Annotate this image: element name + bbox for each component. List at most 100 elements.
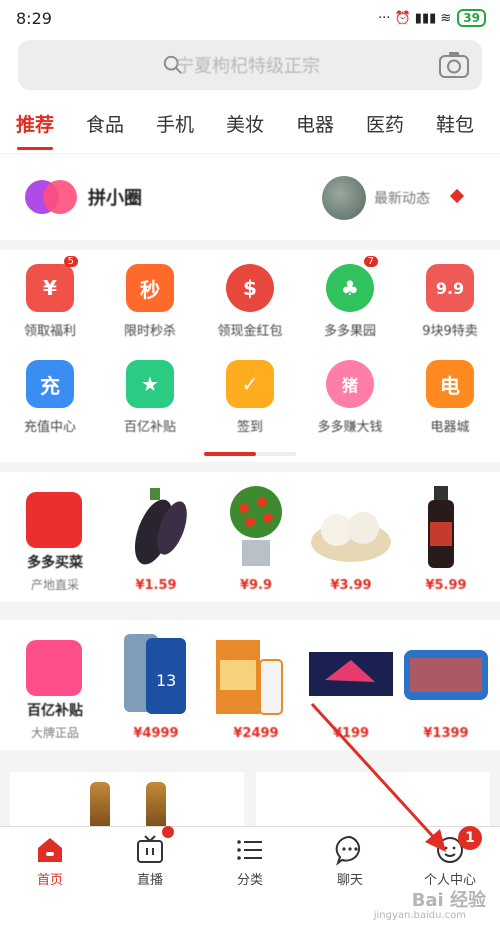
list-icon bbox=[237, 840, 262, 860]
profile-notification-badge: 1 bbox=[458, 826, 482, 850]
product-garlic-image[interactable] bbox=[305, 482, 397, 570]
deal-row-subsidy[interactable]: 百亿补贴 大牌正品 13 ¥4999 ¥2499 ¥199 ¥1399 bbox=[0, 620, 500, 750]
product-price: ¥4999 bbox=[133, 726, 179, 741]
nav-label: 首页 bbox=[36, 873, 63, 888]
shortcut-label: 电器城 bbox=[430, 420, 470, 435]
shortcut-label: 多多果园 bbox=[323, 324, 376, 339]
nav-label: 聊天 bbox=[336, 873, 363, 888]
shortcut-grid: ¥ 5 领取福利 秒 限时秒杀 $ 领现金红包 ♣ 7 多多果园 9.9 9块9… bbox=[0, 250, 500, 462]
product-phone-image[interactable]: 13 bbox=[110, 630, 202, 718]
product-price: ¥9.9 bbox=[239, 578, 273, 593]
product-bag-image[interactable] bbox=[400, 630, 492, 718]
orchard-tree-icon: ♣ bbox=[326, 264, 374, 312]
product-price: ¥5.99 bbox=[425, 578, 467, 593]
product-bottle-image bbox=[146, 782, 166, 828]
shortcut-item[interactable]: ♣ 7 多多果园 bbox=[300, 250, 400, 350]
nav-live[interactable]: 直播 bbox=[100, 827, 200, 891]
tab-phones[interactable]: 手机 bbox=[140, 96, 210, 154]
search-placeholder: 宁夏枸杞特级正宗 bbox=[176, 56, 320, 77]
live-notification-dot bbox=[162, 826, 174, 838]
tv-icon bbox=[137, 835, 163, 863]
shortcut-item[interactable]: ¥ 5 领取福利 bbox=[0, 250, 100, 350]
subsidy-star-icon: ★ bbox=[126, 360, 174, 408]
pinxiaoquan-label: 拼小圈 bbox=[88, 188, 142, 209]
nav-label: 分类 bbox=[236, 873, 263, 888]
strawberry-logo-icon bbox=[26, 492, 82, 548]
shortcut-item[interactable]: 9.9 9块9特卖 bbox=[400, 250, 500, 350]
subsidy-logo-icon bbox=[26, 640, 82, 696]
recharge-icon: 充 bbox=[26, 360, 74, 408]
feed-card[interactable] bbox=[256, 772, 490, 828]
tab-appliances[interactable]: 电器 bbox=[280, 96, 350, 154]
deal-title: 多多买菜 bbox=[27, 555, 83, 571]
product-price: ¥199 bbox=[332, 726, 370, 741]
product-liquor-image[interactable] bbox=[210, 630, 302, 718]
pinxiaoquan-row[interactable]: 拼小圈 最新动态 bbox=[0, 154, 500, 240]
shortcut-item[interactable]: $ 领现金红包 bbox=[200, 250, 300, 350]
flash-sale-icon: 秒 bbox=[126, 264, 174, 312]
camera-icon[interactable] bbox=[438, 50, 470, 80]
deal-title: 百亿补贴 bbox=[27, 703, 83, 719]
scroll-indicator bbox=[204, 452, 296, 456]
bottom-nav: 首页 直播 分类 聊天 个人中心 bbox=[0, 826, 500, 890]
nav-category[interactable]: 分类 bbox=[200, 827, 300, 891]
shortcut-item[interactable]: 秒 限时秒杀 bbox=[100, 250, 200, 350]
chat-icon bbox=[335, 835, 361, 866]
shortcut-badge: 5 bbox=[63, 256, 78, 267]
status-icons: ··· ⏰ ▮▮▮ ≋ 39 bbox=[378, 9, 486, 27]
status-bar: 8:29 ··· ⏰ ▮▮▮ ≋ 39 bbox=[0, 0, 500, 36]
product-tomato-plant-image[interactable] bbox=[210, 482, 302, 570]
tab-beauty[interactable]: 美妆 bbox=[210, 96, 280, 154]
sale-99-icon: 9.9 bbox=[426, 264, 474, 312]
search-area: 宁夏枸杞特级正宗 bbox=[0, 36, 500, 96]
shortcut-label: 多多赚大钱 bbox=[317, 420, 383, 435]
product-eggplant-image[interactable] bbox=[110, 482, 202, 570]
nav-chat[interactable]: 聊天 bbox=[300, 827, 400, 891]
product-price: ¥2499 bbox=[233, 726, 279, 741]
nav-profile[interactable]: 个人中心 bbox=[400, 827, 500, 891]
piggy-bank-icon: 猪 bbox=[326, 360, 374, 408]
category-tabs: 推荐 食品 手机 美妆 电器 医药 鞋包 bbox=[0, 96, 500, 154]
shortcut-item[interactable]: 电 电器城 bbox=[400, 346, 500, 446]
shopping-bag-icon: 电 bbox=[426, 360, 474, 408]
feed-card[interactable] bbox=[10, 772, 244, 828]
product-soy-sauce-image[interactable] bbox=[400, 482, 492, 570]
deal-subtitle: 大牌正品 bbox=[30, 726, 79, 740]
product-price: ¥1399 bbox=[423, 726, 469, 741]
tab-medicine[interactable]: 医药 bbox=[350, 96, 420, 154]
product-feed bbox=[0, 766, 500, 828]
signal-wifi-icons: ··· ⏰ ▮▮▮ ≋ bbox=[377, 10, 452, 26]
shortcut-label: 充值中心 bbox=[23, 420, 76, 435]
gift-icon: ¥ bbox=[26, 264, 74, 312]
deal-row-grocery[interactable]: 多多买菜 产地直采 ¥1.59 ¥9.9 ¥3.99 ¥5.99 bbox=[0, 472, 500, 602]
avatar[interactable] bbox=[322, 176, 366, 220]
home-icon bbox=[38, 838, 62, 862]
red-diamond-icon bbox=[449, 188, 465, 204]
shortcut-label: 百亿补贴 bbox=[123, 420, 176, 435]
shortcut-item[interactable]: ✓ 签到 bbox=[200, 346, 300, 446]
battery-icon: 39 bbox=[457, 9, 486, 27]
baidu-watermark: Bai 经验 bbox=[411, 890, 486, 911]
checkin-calendar-icon: ✓ bbox=[226, 360, 274, 408]
tab-recommend[interactable]: 推荐 bbox=[0, 96, 70, 154]
product-bottle-image bbox=[90, 782, 110, 828]
baidu-watermark-url: jingyan.baidu.com bbox=[373, 910, 466, 921]
nav-home[interactable]: 首页 bbox=[0, 827, 100, 891]
pinxiaoquan-logo-icon bbox=[25, 180, 77, 214]
shortcut-item[interactable]: 猪 多多赚大钱 bbox=[300, 346, 400, 446]
product-price: ¥1.59 bbox=[135, 578, 177, 593]
shortcut-item[interactable]: 充 充值中心 bbox=[0, 346, 100, 446]
svg-text:13: 13 bbox=[156, 671, 176, 690]
shortcut-badge: 7 bbox=[363, 256, 378, 267]
deal-subtitle: 产地直采 bbox=[30, 578, 79, 592]
shortcut-label: 限时秒杀 bbox=[123, 324, 176, 339]
search-input[interactable]: 宁夏枸杞特级正宗 bbox=[18, 40, 482, 90]
tab-shoes-bags[interactable]: 鞋包 bbox=[420, 96, 490, 154]
shortcut-label: 9块9特卖 bbox=[422, 324, 478, 339]
tab-food[interactable]: 食品 bbox=[70, 96, 140, 154]
status-time: 8:29 bbox=[16, 8, 52, 28]
shortcut-label: 领现金红包 bbox=[217, 324, 283, 339]
nav-label: 直播 bbox=[136, 873, 163, 888]
shortcut-item[interactable]: ★ 百亿补贴 bbox=[100, 346, 200, 446]
product-cosmetic-image[interactable] bbox=[305, 630, 397, 718]
